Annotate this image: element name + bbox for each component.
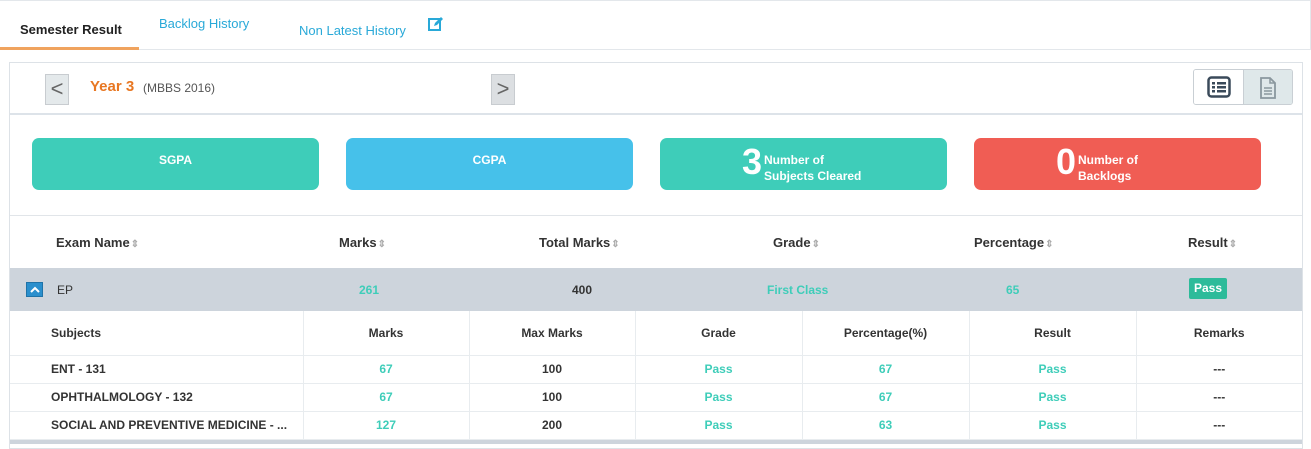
subject-name: OPHTHALMOLOGY - 132 <box>10 383 304 412</box>
backlogs-line1: Number of <box>1078 153 1138 167</box>
subjects-header-subjects: Subjects <box>10 311 304 356</box>
subjects-header-row: Subjects Marks Max Marks Grade Percentag… <box>10 311 1302 356</box>
subject-grade: Pass <box>635 355 803 384</box>
header-percentage-label: Percentage <box>974 235 1045 250</box>
subject-name: ENT - 131 <box>10 355 304 384</box>
subjects-cleared-label: Number of Subjects Cleared <box>764 152 861 184</box>
subjects-cleared-line1: Number of <box>764 153 824 167</box>
subjects-cleared-count: 3 <box>742 141 763 182</box>
tab-semester-result-label: Semester Result <box>20 22 122 37</box>
header-total-marks-label: Total Marks <box>539 235 611 250</box>
subject-result: Pass <box>969 411 1137 440</box>
backlogs-line2: Backlogs <box>1078 169 1132 183</box>
sort-icon: ⇕ <box>1228 239 1238 250</box>
table-bottom-border <box>10 440 1302 444</box>
exam-row[interactable]: EP 261 400 First Class 65 Pass <box>10 268 1302 311</box>
semester-panel: < Year 3 (MBBS 2016) > SGPA CGPA 3 Numbe… <box>9 62 1303 449</box>
tab-non-latest-history[interactable]: Non Latest History <box>299 23 406 38</box>
header-grade-label: Grade <box>773 235 811 250</box>
subjects-header-remarks: Remarks <box>1136 311 1302 356</box>
year-navigator: < Year 3 (MBBS 2016) > <box>10 63 1302 115</box>
header-marks-label: Marks <box>339 235 377 250</box>
backlogs-label: Number of Backlogs <box>1078 152 1138 184</box>
sort-icon: ⇕ <box>130 239 140 250</box>
subject-result: Pass <box>969 383 1137 412</box>
subject-max-marks: 200 <box>469 411 636 440</box>
view-toggle <box>1193 69 1293 105</box>
subjects-cleared-card: 3 Number of Subjects Cleared <box>660 138 947 190</box>
document-view-button[interactable] <box>1244 70 1292 104</box>
subject-remarks: --- <box>1136 383 1302 412</box>
table-row: ENT - 131 67 100 Pass 67 Pass --- <box>10 355 1302 384</box>
backlogs-count: 0 <box>1056 141 1077 182</box>
subjects-header-percentage: Percentage(%) <box>802 311 970 356</box>
subject-grade: Pass <box>635 411 803 440</box>
subject-marks: 67 <box>303 355 470 384</box>
subject-result: Pass <box>969 355 1137 384</box>
sort-icon: ⇕ <box>377 239 386 250</box>
exam-grade: First Class <box>767 283 829 297</box>
subject-grade: Pass <box>635 383 803 412</box>
tab-backlog-history[interactable]: Backlog History <box>159 16 249 31</box>
subjects-table: Subjects Marks Max Marks Grade Percentag… <box>10 311 1302 440</box>
subjects-cleared-line2: Subjects Cleared <box>764 169 862 183</box>
subject-name: SOCIAL AND PREVENTIVE MEDICINE - ... <box>10 411 304 440</box>
header-marks[interactable]: Marks⇕ <box>339 235 386 250</box>
backlogs-card: 0 Number of Backlogs <box>974 138 1261 190</box>
subjects-header-max-marks: Max Marks <box>469 311 636 356</box>
exam-name: EP <box>57 283 74 297</box>
cgpa-label: CGPA <box>472 153 507 167</box>
list-view-button[interactable] <box>1194 70 1244 104</box>
cgpa-card: CGPA <box>346 138 633 190</box>
subjects-header-grade: Grade <box>635 311 803 356</box>
subject-remarks: --- <box>1136 355 1302 384</box>
tab-bar: Semester Result Backlog History Non Late… <box>0 0 1311 50</box>
exam-marks: 261 <box>359 283 380 297</box>
edit-icon[interactable] <box>428 16 444 32</box>
exam-percentage: 65 <box>1006 283 1020 297</box>
tab-semester-result[interactable]: Semester Result <box>0 1 139 50</box>
header-exam-name-label: Exam Name <box>56 235 130 250</box>
sort-icon: ⇕ <box>811 239 820 250</box>
page: Semester Result Backlog History Non Late… <box>0 0 1311 449</box>
subject-max-marks: 100 <box>469 355 636 384</box>
subject-percentage: 63 <box>802 411 970 440</box>
subject-max-marks: 100 <box>469 383 636 412</box>
sort-icon: ⇕ <box>611 239 620 250</box>
divider <box>10 215 1302 216</box>
table-row: OPHTHALMOLOGY - 132 67 100 Pass 67 Pass … <box>10 383 1302 412</box>
subject-percentage: 67 <box>802 355 970 384</box>
header-exam-name[interactable]: Exam Name⇕ <box>56 235 139 250</box>
exam-total-marks: 400 <box>572 283 593 297</box>
subject-remarks: --- <box>1136 411 1302 440</box>
subject-percentage: 67 <box>802 383 970 412</box>
header-result-label: Result <box>1188 235 1228 250</box>
subject-marks: 127 <box>303 411 470 440</box>
previous-year-button[interactable]: < <box>45 74 69 105</box>
subject-marks: 67 <box>303 383 470 412</box>
header-grade[interactable]: Grade⇕ <box>773 235 820 250</box>
exam-result-badge: Pass <box>1189 278 1228 299</box>
header-total-marks[interactable]: Total Marks⇕ <box>539 235 620 250</box>
year-title: Year 3 <box>90 78 135 95</box>
next-year-button[interactable]: > <box>491 74 515 105</box>
subjects-header-marks: Marks <box>303 311 470 356</box>
subjects-header-result: Result <box>969 311 1137 356</box>
sgpa-card: SGPA <box>32 138 319 190</box>
header-result[interactable]: Result⇕ <box>1188 235 1237 250</box>
sgpa-label: SGPA <box>158 153 193 167</box>
collapse-button[interactable] <box>26 282 43 297</box>
chevron-up-icon <box>30 286 40 293</box>
program-subtitle: (MBBS 2016) <box>143 81 216 95</box>
header-percentage[interactable]: Percentage⇕ <box>974 235 1053 250</box>
sort-icon: ⇕ <box>1045 239 1054 250</box>
table-row: SOCIAL AND PREVENTIVE MEDICINE - ... 127… <box>10 411 1302 440</box>
